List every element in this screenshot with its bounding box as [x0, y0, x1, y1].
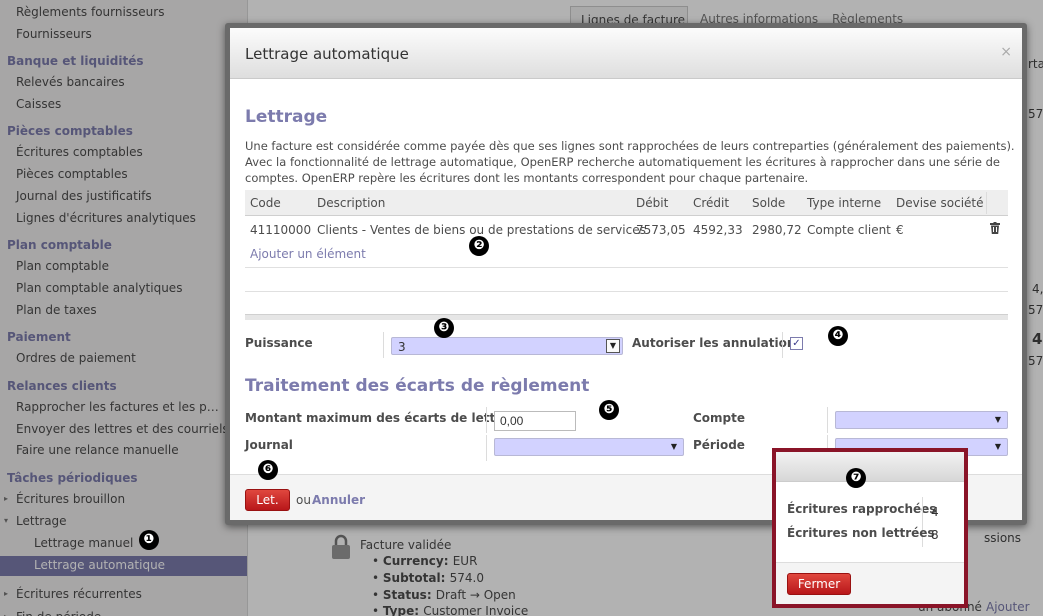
step-marker-2: ❷	[469, 236, 489, 256]
cell-balance: 2980,72	[752, 223, 802, 237]
max-diff-label: Montant maximum des écarts de lettrage	[245, 411, 526, 425]
journal-label: Journal	[245, 438, 293, 452]
dialog-body: Lettrage Une facture est considérée comm…	[230, 80, 1022, 472]
close-icon[interactable]: ×	[1000, 44, 1012, 60]
power-select[interactable]: 3 ▼	[391, 337, 623, 355]
unreconciled-label: Écritures non lettrées	[787, 526, 935, 540]
step-marker-3: ❸	[434, 318, 454, 338]
cell-description: Clients - Ventes de biens ou de prestati…	[317, 223, 646, 237]
col-balance[interactable]: Solde	[752, 196, 785, 210]
reconcile-button[interactable]: Let.	[245, 489, 290, 511]
grid-header: Code Description Débit Crédit Solde Type…	[245, 190, 1008, 216]
dialog-header: Lettrage automatique ×	[230, 28, 1022, 79]
col-description[interactable]: Description	[317, 196, 385, 210]
account-label: Compte	[693, 411, 746, 425]
chevron-down-icon: ▼	[994, 442, 1002, 451]
account-select[interactable]: ▼	[835, 411, 1008, 429]
step-marker-6: ❻	[258, 460, 278, 480]
reconciled-label: Écritures rapprochées	[787, 502, 937, 516]
cell-credit: 4592,33	[693, 223, 743, 237]
or-text: ou	[296, 493, 311, 507]
description-text: Une facture est considérée comme payée d…	[245, 139, 1015, 185]
col-internal-type[interactable]: Type interne	[807, 196, 881, 210]
reconciled-value: 4	[931, 505, 939, 519]
popup-header	[776, 452, 964, 482]
max-diff-input[interactable]	[494, 411, 576, 431]
unreconciled-value: 8	[931, 528, 939, 542]
popup-footer: Fermer	[776, 562, 964, 604]
cell-code: 41110000	[250, 223, 312, 237]
col-company-currency[interactable]: Devise société	[896, 196, 984, 210]
chevron-down-icon: ▼	[670, 442, 678, 451]
power-label: Puissance	[245, 336, 313, 350]
section-title-gaps: Traitement des écarts de règlement	[245, 376, 590, 396]
close-button[interactable]: Fermer	[787, 573, 851, 595]
col-credit[interactable]: Crédit	[693, 196, 729, 210]
cell-internal-type: Compte client	[807, 223, 891, 237]
col-code[interactable]: Code	[250, 196, 281, 210]
power-value: 3	[398, 340, 406, 354]
result-popup: Écritures rapprochées 4 Écritures non le…	[772, 448, 968, 608]
cancel-link[interactable]: Annuler	[312, 493, 365, 507]
journal-select[interactable]: ▼	[494, 438, 684, 456]
chevron-down-icon: ▼	[606, 339, 620, 353]
allow-cancel-checkbox[interactable]: ✓	[790, 337, 803, 350]
chevron-down-icon: ▼	[994, 415, 1002, 424]
dialog-title: Lettrage automatique	[245, 45, 409, 63]
step-marker-7: ❼	[846, 468, 866, 488]
period-label: Période	[693, 438, 745, 452]
col-debit[interactable]: Débit	[636, 196, 668, 210]
step-marker-4: ❹	[828, 326, 848, 346]
cell-debit: 7573,05	[636, 223, 686, 237]
section-title-lettrage: Lettrage	[245, 107, 328, 127]
cell-currency: €	[896, 223, 904, 237]
trash-icon[interactable]	[990, 222, 1000, 234]
step-marker-5: ❺	[599, 400, 619, 420]
step-marker-1: ❶	[139, 530, 159, 550]
allow-cancel-label: Autoriser les annulations	[632, 336, 803, 350]
add-item-link[interactable]: Ajouter un élément	[250, 247, 366, 261]
